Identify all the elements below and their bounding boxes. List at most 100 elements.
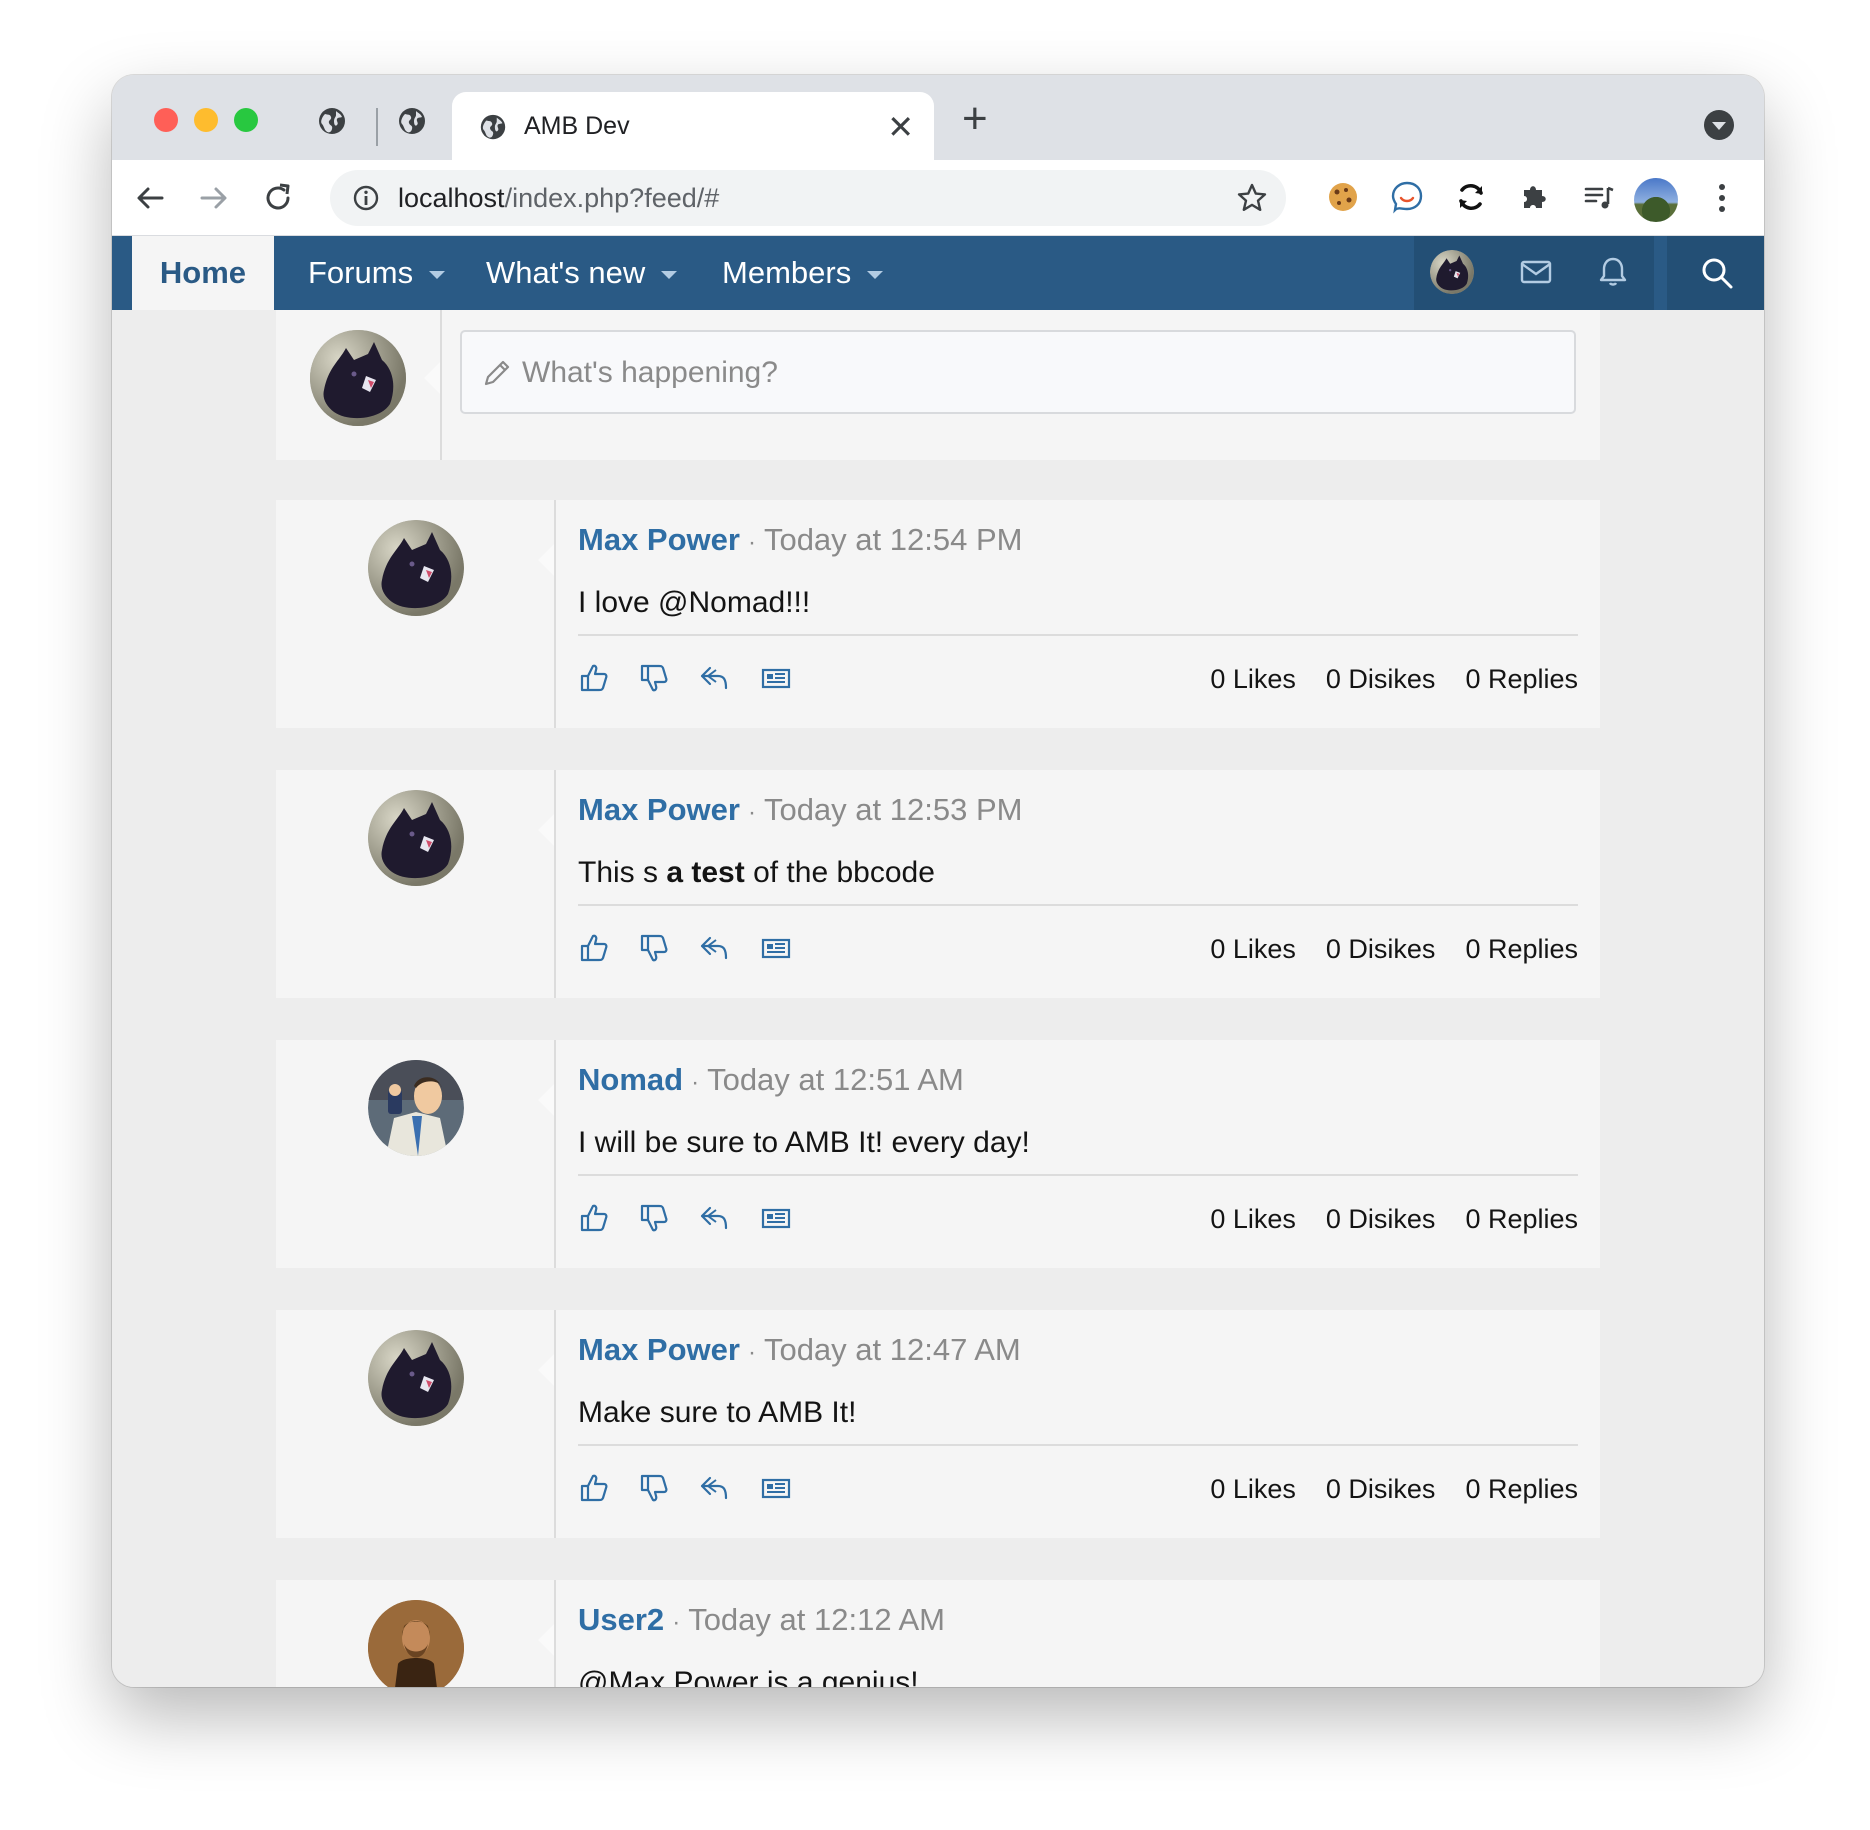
feed-post: Nomad · Today at 12:51 AM I will be sure t… <box>276 1040 1600 1268</box>
thumbs-down-icon[interactable] <box>638 662 670 694</box>
account-avatar[interactable] <box>1430 250 1474 294</box>
chevron-down-icon[interactable] <box>661 270 678 279</box>
globe-icon[interactable] <box>396 105 428 137</box>
divider <box>578 904 1578 906</box>
avatar[interactable] <box>368 1600 464 1687</box>
post-header: Max Power · Today at 12:47 AM <box>578 1332 1021 1368</box>
minimize-window-button[interactable] <box>194 108 218 132</box>
pointer-arrow <box>424 362 440 394</box>
nav-whats-new[interactable]: What's new <box>486 236 678 310</box>
browser-window: AMB Dev ✕ + localhost/index.php?feed/# H… <box>112 75 1764 1687</box>
reply-icon[interactable] <box>698 932 730 964</box>
reply-icon[interactable] <box>698 1202 730 1234</box>
news-card-icon[interactable] <box>760 662 792 694</box>
thumbs-up-icon[interactable] <box>578 662 610 694</box>
nav-home-tab[interactable]: Home <box>132 236 274 310</box>
tab-search-icon[interactable] <box>1704 110 1734 140</box>
thumbs-up-icon[interactable] <box>578 932 610 964</box>
likes-count[interactable]: 0 Likes <box>1210 1474 1296 1504</box>
info-icon[interactable] <box>352 184 380 212</box>
tab-title: AMB Dev <box>524 112 630 140</box>
post-author-link[interactable]: User2 <box>578 1602 664 1637</box>
dislikes-count[interactable]: 0 Disikes <box>1326 664 1436 694</box>
pointer-arrow <box>538 1084 554 1116</box>
globe-icon[interactable] <box>316 105 348 137</box>
kebab-menu-icon[interactable] <box>1718 182 1726 214</box>
thumbs-up-icon[interactable] <box>578 1472 610 1504</box>
thumbs-down-icon[interactable] <box>638 1472 670 1504</box>
post-author-link[interactable]: Max Power <box>578 792 740 827</box>
post-timestamp[interactable]: Today at 12:53 PM <box>764 792 1023 827</box>
reload-icon[interactable] <box>260 180 296 216</box>
post-author-link[interactable]: Max Power <box>578 1332 740 1367</box>
likes-count[interactable]: 0 Likes <box>1210 934 1296 964</box>
reply-icon[interactable] <box>698 662 730 694</box>
tab-strip: AMB Dev ✕ + <box>112 75 1764 160</box>
forward-arrow-icon[interactable] <box>196 180 232 216</box>
avatar[interactable] <box>368 1060 464 1156</box>
post-header: Max Power · Today at 12:54 PM <box>578 522 1022 558</box>
replies-count[interactable]: 0 Replies <box>1465 1204 1578 1234</box>
news-card-icon[interactable] <box>760 1202 792 1234</box>
post-author-link[interactable]: Max Power <box>578 522 740 557</box>
puzzle-icon[interactable] <box>1518 180 1552 214</box>
dislikes-count[interactable]: 0 Disikes <box>1326 1474 1436 1504</box>
bell-icon[interactable] <box>1598 256 1628 288</box>
pointer-arrow <box>538 1624 554 1656</box>
envelope-icon[interactable] <box>1520 258 1552 288</box>
feed-post: Max Power · Today at 12:54 PM I love @Noma… <box>276 500 1600 728</box>
new-tab-button[interactable]: + <box>962 97 988 141</box>
post-stats: 0 Likes 0 Disikes 0 Replies <box>1180 1474 1578 1505</box>
divider <box>578 634 1578 636</box>
media-queue-icon[interactable] <box>1582 180 1616 214</box>
post-header: User2 · Today at 12:12 AM <box>578 1602 945 1638</box>
post-header: Nomad · Today at 12:51 AM <box>578 1062 964 1098</box>
thumbs-down-icon[interactable] <box>638 932 670 964</box>
post-body-text: of the bbcode <box>744 856 935 889</box>
profile-avatar[interactable] <box>1634 178 1678 222</box>
likes-count[interactable]: 0 Likes <box>1210 1204 1296 1234</box>
likes-count[interactable]: 0 Likes <box>1210 664 1296 694</box>
back-arrow-icon[interactable] <box>132 180 168 216</box>
avatar[interactable] <box>310 330 406 426</box>
post-stats: 0 Likes 0 Disikes 0 Replies <box>1180 934 1578 965</box>
close-icon[interactable]: ✕ <box>887 108 914 146</box>
post-timestamp[interactable]: Today at 12:12 AM <box>688 1602 945 1637</box>
news-card-icon[interactable] <box>760 932 792 964</box>
address-bar[interactable]: localhost/index.php?feed/# <box>330 170 1286 226</box>
thumbs-down-icon[interactable] <box>638 1202 670 1234</box>
status-input[interactable]: What's happening? <box>460 330 1576 414</box>
post-timestamp[interactable]: Today at 12:47 AM <box>764 1332 1021 1367</box>
zoom-window-button[interactable] <box>234 108 258 132</box>
speech-bubble-icon[interactable] <box>1390 180 1424 214</box>
chevron-down-icon[interactable] <box>429 270 446 279</box>
post-body: I will be sure to AMB It! every day! <box>578 1126 1030 1159</box>
reply-icon[interactable] <box>698 1472 730 1504</box>
close-window-button[interactable] <box>154 108 178 132</box>
url-text[interactable]: localhost/index.php?feed/# <box>398 183 719 214</box>
status-composer: What's happening? <box>276 310 1600 460</box>
star-icon[interactable] <box>1236 182 1268 214</box>
post-timestamp[interactable]: Today at 12:54 PM <box>764 522 1023 557</box>
divider <box>578 1444 1578 1446</box>
dislikes-count[interactable]: 0 Disikes <box>1326 1204 1436 1234</box>
post-timestamp[interactable]: Today at 12:51 AM <box>707 1062 964 1097</box>
feed-post: Max Power · Today at 12:53 PM This s a tes… <box>276 770 1600 998</box>
tab-amb-dev[interactable]: AMB Dev ✕ <box>452 92 934 160</box>
avatar[interactable] <box>368 1330 464 1426</box>
cookie-icon[interactable] <box>1326 180 1360 214</box>
nav-forums[interactable]: Forums <box>308 236 446 310</box>
post-author-link[interactable]: Nomad <box>578 1062 683 1097</box>
chevron-down-icon[interactable] <box>867 270 884 279</box>
news-card-icon[interactable] <box>760 1472 792 1504</box>
replies-count[interactable]: 0 Replies <box>1465 664 1578 694</box>
avatar[interactable] <box>368 520 464 616</box>
search-icon[interactable] <box>1700 256 1734 290</box>
avatar[interactable] <box>368 790 464 886</box>
thumbs-up-icon[interactable] <box>578 1202 610 1234</box>
sync-icon[interactable] <box>1454 180 1488 214</box>
replies-count[interactable]: 0 Replies <box>1465 1474 1578 1504</box>
replies-count[interactable]: 0 Replies <box>1465 934 1578 964</box>
dislikes-count[interactable]: 0 Disikes <box>1326 934 1436 964</box>
nav-members[interactable]: Members <box>722 236 884 310</box>
